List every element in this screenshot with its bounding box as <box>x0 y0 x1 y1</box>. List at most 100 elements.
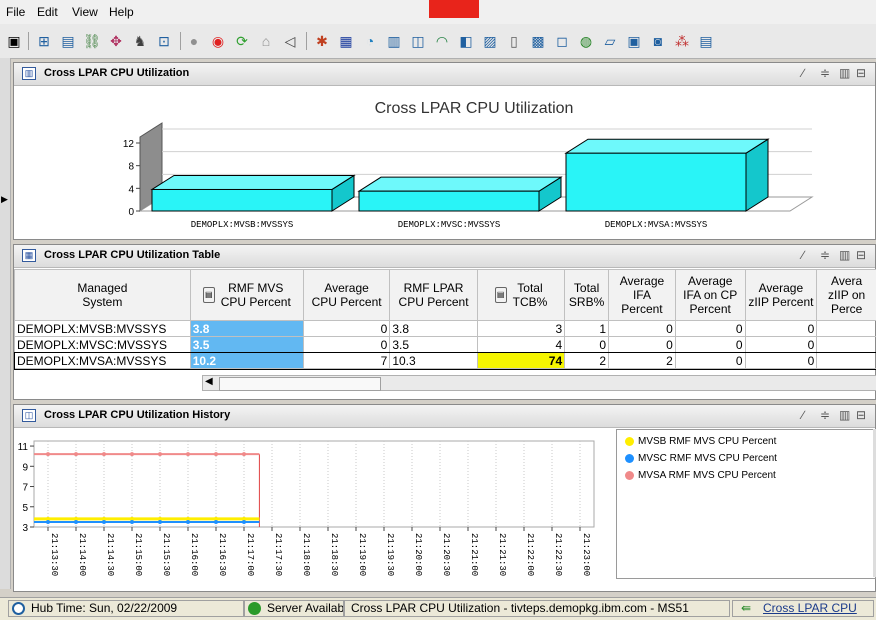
column-header[interactable]: RMF LPARCPU Percent <box>390 270 477 321</box>
column-header[interactable]: ▤TotalTCB% <box>477 270 564 321</box>
x-tick-label: 21:17:00 <box>245 533 255 576</box>
split-vertical-icon[interactable]: ▥ <box>839 66 850 80</box>
expand-arrow-icon[interactable]: ▶ <box>1 194 8 205</box>
panel-titlebar: ▥ Cross LPAR CPU Utilization ∕ ≑ ▥ ⊟ <box>14 63 875 86</box>
scrollbar-thumb[interactable] <box>219 377 381 391</box>
x-tick-label: 21:22:30 <box>553 533 563 576</box>
workspace-tab-label[interactable]: Cross LPAR CPU <box>763 601 857 615</box>
y-tick-label: 0 <box>128 207 134 218</box>
tree-icon[interactable]: ♞ <box>130 31 150 51</box>
legend-swatch <box>625 471 634 480</box>
chart-palette-icon[interactable]: ✱ <box>312 31 332 51</box>
workspace-status: Cross LPAR CPU Utilization - tivteps.dem… <box>344 600 730 617</box>
table-icon: ▦ <box>22 249 36 262</box>
navigator-icon[interactable]: ✥ <box>106 31 126 51</box>
view-icon[interactable]: ⊡ <box>154 31 174 51</box>
bar-top <box>359 177 561 191</box>
table-cell: 3.5 <box>390 337 477 353</box>
properties-icon[interactable]: ▤ <box>58 31 78 51</box>
filter-icon[interactable]: ≑ <box>820 66 830 80</box>
edit-pencil-icon[interactable]: ∕ <box>802 408 804 422</box>
hub-time-text: Hub Time: Sun, 02/22/2009 <box>31 601 177 615</box>
column-header[interactable]: AverageCPU Percent <box>303 270 390 321</box>
gauge-icon[interactable]: ◠ <box>432 31 452 51</box>
graphic-view-icon[interactable]: ◻ <box>552 31 572 51</box>
close-tab-icon[interactable] <box>429 0 479 18</box>
start-icon[interactable]: ● <box>184 31 204 51</box>
x-tick-label: 21:23:00 <box>581 533 591 576</box>
column-header[interactable]: AveragezIIP Percent <box>745 270 817 321</box>
back-arrow-icon[interactable]: ⇚ <box>741 602 755 614</box>
table-cell: 3 <box>477 321 564 337</box>
column-header-label: AverageCPU Percent <box>312 281 382 309</box>
link-icon[interactable]: ⛓ <box>82 31 102 51</box>
split-vertical-icon[interactable]: ▥ <box>839 248 850 262</box>
filter-icon[interactable]: ≑ <box>820 248 830 262</box>
table-cell: 0 <box>303 337 390 353</box>
series-point <box>74 452 78 456</box>
y-tick-label: 11 <box>18 442 29 453</box>
table-cell: 0 <box>675 337 745 353</box>
circular-gauge-icon[interactable]: ◧ <box>456 31 476 51</box>
menu-edit[interactable]: Edit <box>37 5 58 19</box>
series-point <box>102 520 106 524</box>
bar-chart-icon[interactable]: ▥ <box>384 31 404 51</box>
home-icon[interactable]: ⌂ <box>256 31 276 51</box>
refresh-icon[interactable]: ⟳ <box>232 31 252 51</box>
navigator-collapse-strip[interactable]: ▶ <box>0 58 11 589</box>
column-header[interactable]: AverazIIP onPerce <box>817 270 876 321</box>
scroll-left-icon[interactable]: ◀ <box>205 376 213 387</box>
menu-help[interactable]: Help <box>109 5 134 19</box>
toolbar: ▣ ⊞ ▤ ⛓ ✥ ♞ ⊡ ● ◉ ⟳ ⌂ ◁ ✱ ▦ ◔ ▥ ◫ ◠ ◧ ▨ … <box>0 24 876 59</box>
menu-file[interactable]: File <box>6 5 25 19</box>
panel-titlebar: ◫ Cross LPAR CPU Utilization History ∕ ≑… <box>14 405 875 428</box>
table-cell: 0 <box>675 321 745 337</box>
table-icon[interactable]: ▦ <box>336 31 356 51</box>
split-horizontal-icon[interactable]: ⊟ <box>856 66 866 80</box>
bar-chart-panel: ▥ Cross LPAR CPU Utilization ∕ ≑ ▥ ⊟ Cro… <box>13 62 876 240</box>
sound-icon[interactable]: ◁ <box>280 31 300 51</box>
workspace-icon[interactable]: ⊞ <box>34 31 54 51</box>
menu-view[interactable]: View <box>72 5 98 19</box>
browser-icon[interactable]: ◍ <box>576 31 596 51</box>
split-horizontal-icon[interactable]: ⊟ <box>856 248 866 262</box>
table-row[interactable]: DEMOPLX:MVSB:MVSSYS3.803.831000 <box>15 321 876 337</box>
notepad-icon[interactable]: ▨ <box>480 31 500 51</box>
pie-chart-icon[interactable]: ◔ <box>360 31 380 51</box>
column-header[interactable]: ManagedSystem <box>15 270 191 321</box>
table-row[interactable]: DEMOPLX:MVSC:MVSSYS3.503.540000 <box>15 337 876 353</box>
legend-label: MVSA RMF MVS CPU Percent <box>638 470 776 481</box>
split-vertical-icon[interactable]: ▥ <box>839 408 850 422</box>
message-log-icon[interactable]: ▩ <box>528 31 548 51</box>
legend-swatch <box>625 437 634 446</box>
x-tick-label: 21:19:00 <box>357 533 367 576</box>
table-row[interactable]: DEMOPLX:MVSA:MVSSYS10.2710.3742200 <box>15 353 876 369</box>
horizontal-scrollbar[interactable]: ◀ <box>202 375 876 391</box>
table-cell: DEMOPLX:MVSB:MVSSYS <box>15 321 191 337</box>
topology-icon[interactable]: ⁂ <box>672 31 692 51</box>
column-header[interactable]: ▤RMF MVSCPU Percent <box>190 270 303 321</box>
plot-chart-icon[interactable]: ◫ <box>408 31 428 51</box>
event-console-icon[interactable]: ▯ <box>504 31 524 51</box>
filter-icon[interactable]: ≑ <box>820 408 830 422</box>
column-header[interactable]: AverageIFA on CPPercent <box>675 270 745 321</box>
y-tick-label: 9 <box>22 462 28 473</box>
column-header[interactable]: TotalSRB% <box>565 270 609 321</box>
edit-pencil-icon[interactable]: ∕ <box>802 66 804 80</box>
column-header[interactable]: AverageIFA Percent <box>609 270 676 321</box>
column-header-label: RMF MVSCPU Percent <box>221 281 291 309</box>
save-icon[interactable]: ▣ <box>4 31 24 51</box>
series-point <box>158 452 162 456</box>
table-cell: 0 <box>745 353 817 369</box>
table-cell: 2 <box>565 353 609 369</box>
more-icon[interactable]: ▤ <box>696 31 716 51</box>
edit-pencil-icon[interactable]: ∕ <box>802 248 804 262</box>
take-action-icon[interactable]: ◙ <box>648 31 668 51</box>
table-cell: 0 <box>609 321 676 337</box>
stop-icon[interactable]: ◉ <box>208 31 228 51</box>
workspace-tab[interactable]: ⇚ Cross LPAR CPU <box>732 600 874 617</box>
split-horizontal-icon[interactable]: ⊟ <box>856 408 866 422</box>
terminal-icon[interactable]: ▣ <box>624 31 644 51</box>
edit-icon[interactable]: ▱ <box>600 31 620 51</box>
y-tick-label: 12 <box>123 139 135 150</box>
